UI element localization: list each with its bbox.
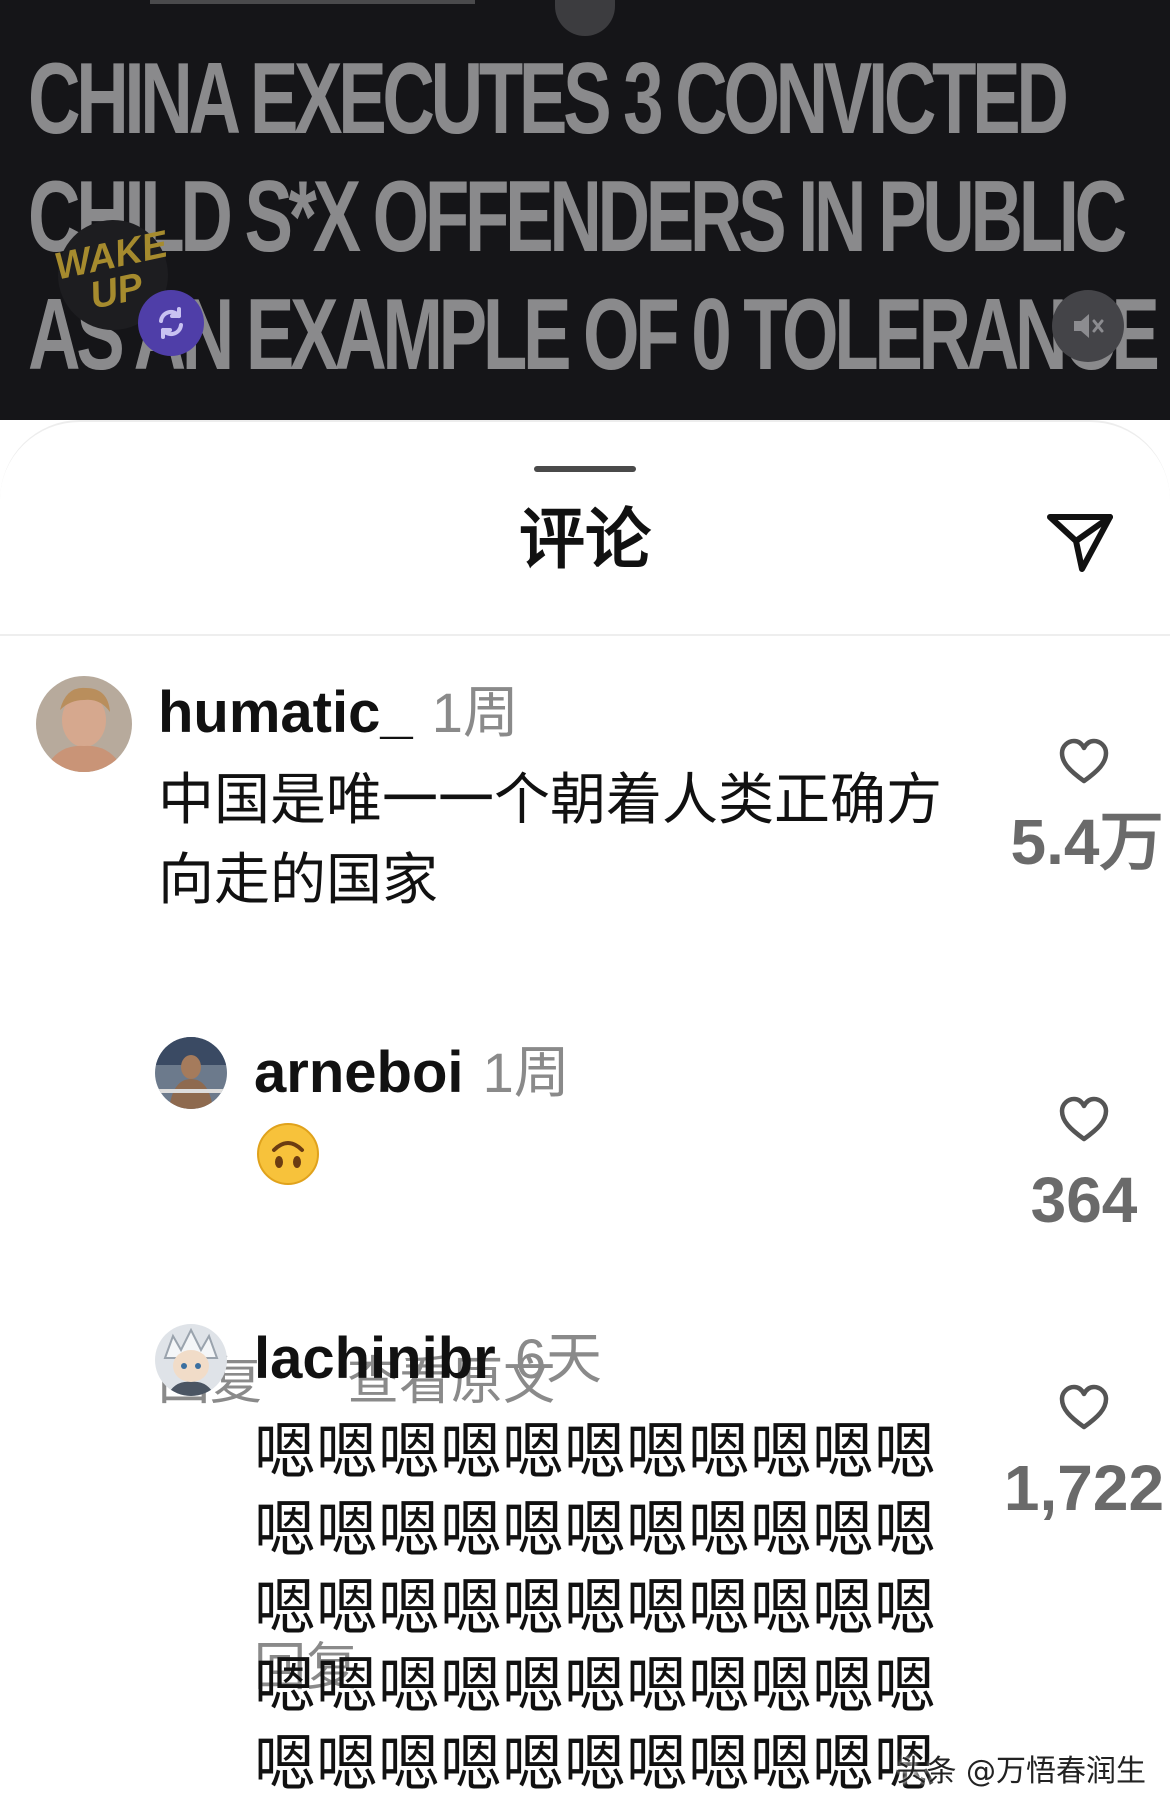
mute-button[interactable] (1052, 290, 1124, 362)
comment-text: 中国是唯一一个朝着人类正确方向走的国家 (158, 768, 942, 913)
paper-plane-icon (1047, 514, 1113, 572)
video-player[interactable]: CHINA EXECUTES 3 CONVICTED CHILD S*X OFF… (0, 0, 1170, 420)
comment-username[interactable]: lachinibr (254, 1326, 496, 1391)
heart-icon (1059, 738, 1109, 784)
avatar[interactable] (36, 676, 132, 772)
repeat-button[interactable] (138, 290, 204, 356)
like-count: 364 (1030, 1164, 1138, 1236)
comment-time: 1周 (431, 681, 519, 744)
speaker-muted-icon (1074, 314, 1104, 338)
comments-sheet: 评论 humatic_ 1周 中国是唯一一个朝着人类正确方向走的国家 回复 查看… (0, 420, 1170, 1810)
upside-down-face-emoji (257, 1123, 319, 1185)
video-figure (555, 0, 615, 36)
video-top-bar (150, 0, 475, 4)
heart-icon (1059, 1384, 1109, 1430)
sheet-divider (0, 634, 1170, 636)
like-count: 1,722 (1003, 1452, 1165, 1524)
repeat-icon (159, 307, 183, 339)
headline-line-1: CHINA EXECUTES 3 CONVICTED (28, 43, 1069, 155)
drag-handle[interactable] (534, 466, 636, 472)
avatar[interactable] (155, 1324, 227, 1396)
like-button[interactable]: 5.4万 (994, 736, 1170, 874)
avatar[interactable] (155, 1037, 227, 1109)
comment-username[interactable]: arneboi (254, 1040, 464, 1105)
like-count: 5.4万 (1010, 806, 1164, 878)
like-button[interactable]: 364 (994, 1094, 1170, 1232)
heart-icon (1059, 1096, 1109, 1142)
watermark: 头条 @万悟春润生 (896, 1754, 1146, 1789)
comment-time: 1周 (482, 1041, 570, 1104)
sheet-title: 评论 (519, 501, 651, 578)
share-button[interactable] (1040, 502, 1120, 582)
comment-username[interactable]: humatic_ (158, 680, 413, 745)
like-button[interactable]: 1,722 (994, 1382, 1170, 1520)
comment-time: 6天 (514, 1327, 602, 1390)
comment-text: 嗯嗯嗯嗯嗯嗯嗯嗯嗯嗯嗯嗯嗯嗯嗯嗯嗯嗯嗯嗯嗯嗯嗯嗯嗯嗯嗯嗯嗯嗯嗯嗯嗯嗯嗯嗯嗯嗯嗯嗯… (254, 1415, 937, 1800)
